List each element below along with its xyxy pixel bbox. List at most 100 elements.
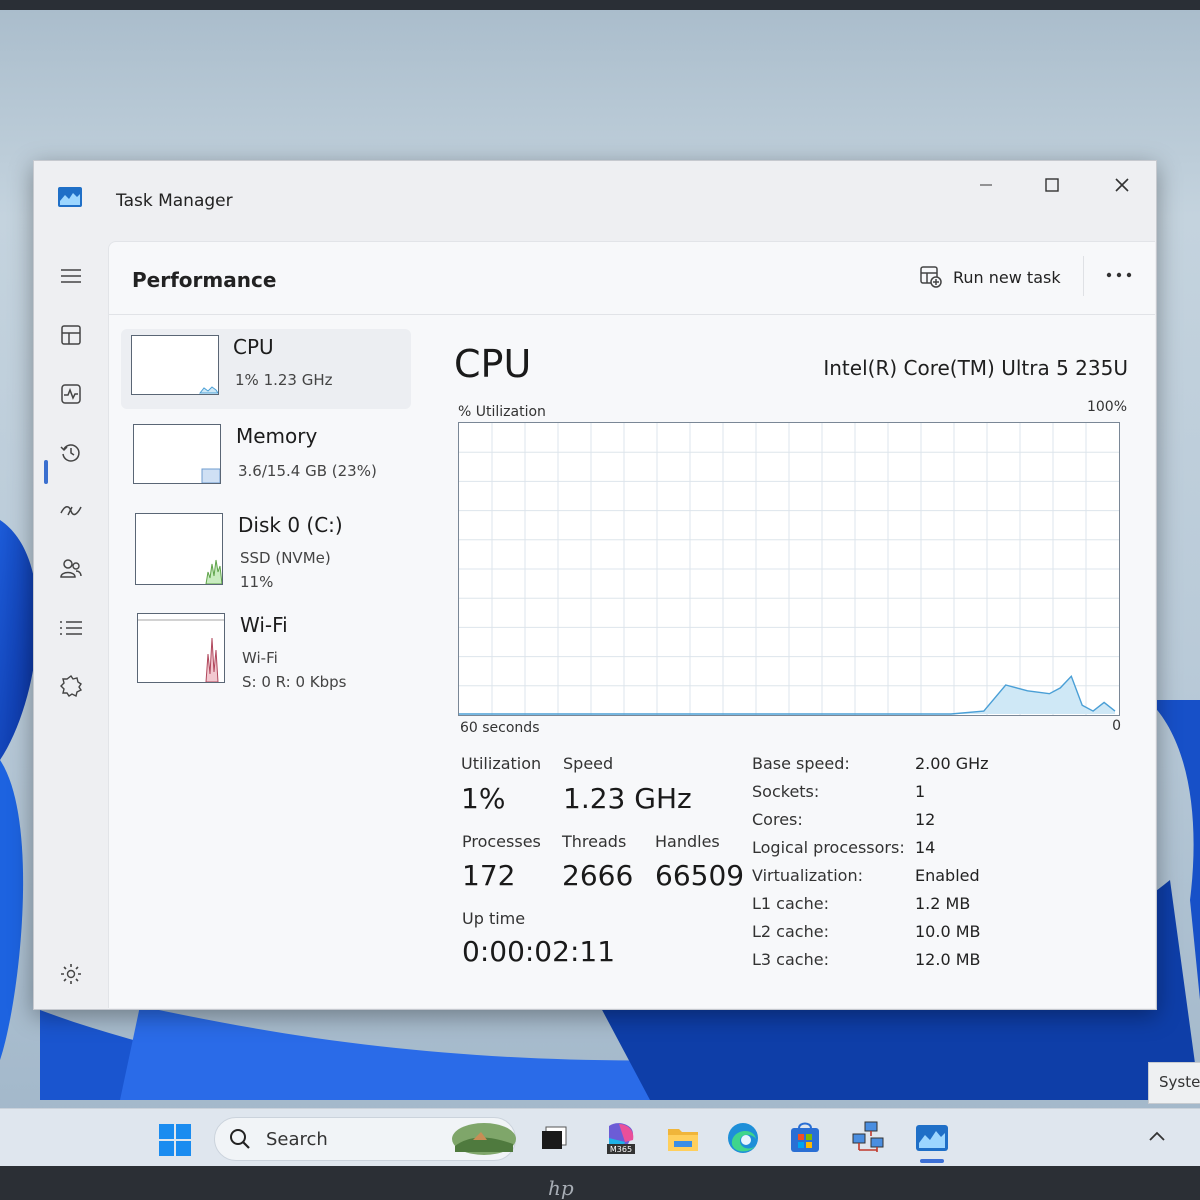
cpu-heading: CPU (454, 342, 532, 386)
nav-performance[interactable] (54, 377, 88, 411)
device-cpu-name: CPU (233, 335, 274, 359)
device-memory[interactable]: Memory 3.6/15.4 GB (23%) (121, 418, 411, 498)
hamburger-icon (61, 269, 81, 283)
run-task-icon (920, 266, 942, 288)
more-dots-icon (1106, 272, 1132, 278)
utilization-axis-label: % Utilization (458, 404, 546, 420)
store-icon (791, 1122, 819, 1152)
header-separator (1083, 256, 1084, 296)
performance-icon (61, 384, 81, 404)
device-disk[interactable]: Disk 0 (C:) SSD (NVMe) 11% (121, 507, 411, 591)
utilization-max-label: 100% (1086, 399, 1127, 415)
history-icon (60, 444, 80, 462)
run-new-task-button[interactable]: Run new task (919, 262, 1061, 292)
taskbar-m365[interactable]: M365 (602, 1119, 640, 1157)
wifi-thumbnail-graph (137, 613, 225, 683)
cpu-graph-svg (459, 423, 1119, 715)
processes-value: 172 (462, 859, 516, 892)
run-new-task-label: Run new task (953, 267, 1061, 287)
spec-sockets-value: 1 (915, 782, 926, 801)
nav-services[interactable] (54, 669, 88, 703)
screen-bezel-bottom (0, 1166, 1200, 1200)
taskbar-task-view[interactable] (535, 1119, 573, 1157)
processes-label: Processes (462, 832, 541, 851)
settings-gear-icon (61, 964, 81, 984)
disk-thumbnail-graph (135, 513, 223, 585)
services-gear-icon (60, 674, 83, 698)
uptime-label: Up time (462, 909, 526, 928)
device-cpu-sub: 1% 1.23 GHz (235, 371, 333, 389)
spec-virtualization-label: Virtualization: (752, 866, 863, 885)
spec-l2-cache-value: 10.0 MB (915, 922, 981, 941)
taskbar-network-app[interactable] (850, 1119, 888, 1157)
task-manager-app-icon (58, 187, 82, 207)
maximize-icon (1045, 178, 1059, 192)
taskbar-edge[interactable] (724, 1119, 762, 1157)
cpu-utilization-graph (458, 422, 1120, 716)
nav-startup-apps[interactable] (54, 494, 88, 528)
device-wifi-name: Wi-Fi (240, 613, 288, 637)
taskbar-search-box[interactable]: Search (214, 1117, 516, 1161)
device-cpu[interactable]: CPU 1% 1.23 GHz (121, 329, 411, 409)
spec-l1-cache-value: 1.2 MB (915, 894, 971, 913)
device-wifi-throughput: S: 0 R: 0 Kbps (242, 673, 347, 691)
task-view-icon (542, 1126, 567, 1149)
close-icon (1115, 178, 1129, 192)
details-list-icon (60, 621, 82, 635)
utilization-label: Utilization (461, 754, 542, 773)
device-disk-name: Disk 0 (C:) (238, 513, 343, 537)
processes-icon (61, 325, 81, 345)
graph-zero-label: 0 (1112, 718, 1121, 734)
startup-apps-icon (60, 506, 82, 516)
minimize-icon (980, 184, 992, 186)
device-memory-name: Memory (236, 424, 318, 448)
nav-settings[interactable] (54, 957, 88, 991)
spec-l3-cache-value: 12.0 MB (915, 950, 981, 969)
show-hidden-icons-button[interactable] (1148, 1127, 1166, 1146)
performance-page: Performance Run new task CPU 1% 1.23 GHz… (108, 241, 1155, 1008)
users-icon (60, 559, 82, 578)
cpu-utilization-area (459, 676, 1115, 714)
nav-users[interactable] (54, 552, 88, 586)
system-tooltip: Syste (1148, 1062, 1200, 1104)
threads-value: 2666 (562, 859, 634, 892)
page-header: Performance Run new task (109, 242, 1155, 315)
task-manager-window: Task Manager Performance Run new task CP… (33, 160, 1157, 1010)
hp-logo: hp (548, 1176, 574, 1200)
task-manager-taskbar-icon (916, 1125, 948, 1151)
minimize-button[interactable] (956, 167, 1016, 203)
network-computers-icon (852, 1121, 884, 1152)
taskbar-task-manager[interactable] (913, 1119, 951, 1157)
speed-label: Speed (563, 754, 614, 773)
nav-processes[interactable] (54, 318, 88, 352)
spec-base-speed-value: 2.00 GHz (915, 754, 989, 773)
spec-l2-cache-label: L2 cache: (752, 922, 829, 941)
hamburger-menu-button[interactable] (54, 259, 88, 293)
cpu-model-name: Intel(R) Core(TM) Ultra 5 235U (823, 356, 1128, 380)
system-tooltip-text: Syste (1159, 1073, 1200, 1091)
close-button[interactable] (1092, 167, 1152, 203)
maximize-button[interactable] (1022, 167, 1082, 203)
spec-l3-cache-label: L3 cache: (752, 950, 829, 969)
title-bar[interactable]: Task Manager (34, 161, 1156, 241)
nav-app-history[interactable] (54, 436, 88, 470)
nav-active-indicator (44, 460, 48, 484)
folder-icon (668, 1129, 698, 1151)
more-options-button[interactable] (1099, 258, 1139, 292)
search-icon (230, 1129, 250, 1149)
m365-icon: M365 (607, 1123, 635, 1154)
task-manager-running-indicator (920, 1159, 944, 1163)
start-button[interactable] (158, 1123, 192, 1157)
uptime-value: 0:00:02:11 (462, 935, 616, 968)
threads-label: Threads (562, 832, 627, 851)
nav-details[interactable] (54, 611, 88, 645)
taskbar: Search M365 (0, 1108, 1200, 1167)
handles-label: Handles (655, 832, 720, 851)
taskbar-store[interactable] (786, 1119, 824, 1157)
speed-value: 1.23 GHz (563, 782, 692, 815)
device-wifi[interactable]: Wi-Fi Wi-Fi S: 0 R: 0 Kbps (121, 607, 411, 691)
spec-base-speed-label: Base speed: (752, 754, 850, 773)
edge-icon (728, 1123, 758, 1153)
taskbar-file-explorer[interactable] (664, 1119, 702, 1157)
spec-logical-processors-value: 14 (915, 838, 936, 857)
